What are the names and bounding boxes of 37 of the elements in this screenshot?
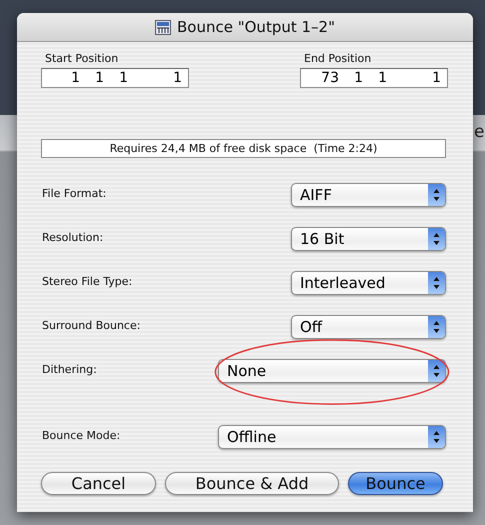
stepper-arrows-icon bbox=[428, 360, 445, 382]
position-value: 1 bbox=[70, 70, 80, 86]
setting-label: Bounce Mode: bbox=[41, 428, 120, 442]
app-icon bbox=[155, 20, 171, 34]
dialog-button[interactable]: Bounce bbox=[348, 472, 443, 495]
popup-menu[interactable]: Off bbox=[291, 315, 446, 339]
setting-label: Dithering: bbox=[41, 362, 97, 376]
popup-menu[interactable]: AIFF bbox=[291, 183, 446, 207]
position-field[interactable]: 73 1 1 1 bbox=[300, 68, 448, 88]
setting-label: Surround Bounce: bbox=[41, 318, 140, 332]
position-value: 1 bbox=[377, 70, 387, 86]
position-label: End Position bbox=[303, 52, 372, 65]
stepper-arrows-icon bbox=[428, 316, 445, 338]
popup-menu[interactable]: Interleaved bbox=[291, 271, 446, 295]
setting-label: Stereo File Type: bbox=[41, 274, 132, 288]
setting-label: Resolution: bbox=[41, 230, 104, 244]
stepper-arrows-icon bbox=[428, 184, 445, 206]
popup-menu[interactable]: Offline bbox=[218, 425, 446, 449]
position-value: 73 bbox=[320, 70, 339, 86]
position-value: 1 bbox=[94, 70, 104, 86]
setting-label: File Format: bbox=[41, 186, 106, 200]
stepper-arrows-icon bbox=[428, 426, 445, 448]
dialog-button[interactable]: Cancel bbox=[41, 472, 156, 495]
stepper-arrows-icon bbox=[428, 272, 445, 294]
position-value: 1 bbox=[431, 70, 441, 86]
position-value: 1 bbox=[118, 70, 128, 86]
popup-menu[interactable]: None bbox=[218, 359, 446, 383]
position-field[interactable]: 1 1 1 1 bbox=[41, 68, 189, 88]
stepper-arrows-icon bbox=[428, 228, 445, 250]
window-title: Bounce "Output 1–2" bbox=[177, 18, 335, 36]
dialog-button[interactable]: Bounce & Add bbox=[165, 472, 339, 495]
position-label: Start Position bbox=[44, 52, 120, 65]
position-value: 1 bbox=[172, 70, 182, 86]
disk-space-info: Requires 24,4 MB of free disk space (Time 2:24) bbox=[41, 139, 446, 158]
popup-menu[interactable]: 16 Bit bbox=[291, 227, 446, 251]
position-value: 1 bbox=[353, 70, 363, 86]
background-text: e bbox=[474, 122, 484, 142]
